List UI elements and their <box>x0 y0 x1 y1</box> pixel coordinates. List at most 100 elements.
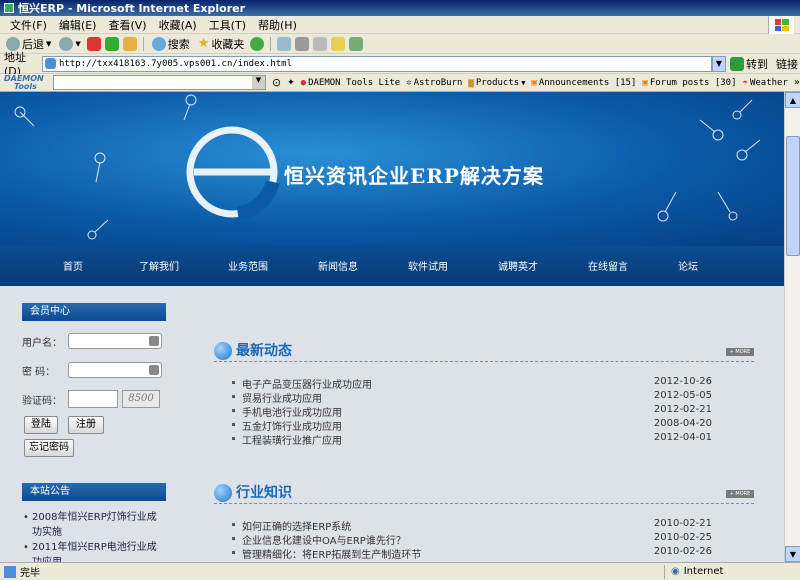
arrow-icon[interactable]: ✦ <box>287 78 295 88</box>
nav-news[interactable]: 新闻信息 <box>303 258 373 273</box>
weather-label: Weather <box>749 77 788 88</box>
stop-icon[interactable] <box>86 36 101 51</box>
knowledge-row[interactable]: 企业信息化建设中OA与ERP谁先行？ 2010-02-25 <box>232 532 712 547</box>
menu-view[interactable]: 查看(V) <box>102 17 152 33</box>
news-title[interactable]: 工程装璜行业推广应用 <box>232 432 342 447</box>
folder-icon: ▆ <box>468 77 474 88</box>
nav-trial[interactable]: 软件试用 <box>393 258 463 273</box>
scroll-up-icon[interactable]: ▲ <box>785 92 800 108</box>
rss-icon: ▣ <box>531 77 537 88</box>
notice-item[interactable]: 2011年恒兴ERP电池行业成功应用 <box>23 540 164 562</box>
standard-toolbar: 后退 ▼ ▼ 搜索 ★ 收藏夹 <box>0 34 800 54</box>
menu-favorites[interactable]: 收藏(A) <box>153 17 203 33</box>
knowledge-more-button[interactable]: + MORE <box>726 490 754 498</box>
zone-text: Internet <box>683 566 724 577</box>
search-icon[interactable]: ⊙ <box>272 76 281 89</box>
knowledge-item-title[interactable]: 企业信息化建设中OA与ERP谁先行？ <box>232 532 406 547</box>
rss-icon: ▣ <box>642 77 648 88</box>
app-icon <box>4 3 14 13</box>
news-row[interactable]: 五金灯饰行业成功应用 2008-04-20 <box>232 418 712 433</box>
home-icon[interactable] <box>122 36 137 51</box>
daemon-logo: DAEMON Tools <box>4 74 47 91</box>
weather-button[interactable]: ☂ Weather <box>743 78 788 88</box>
knowledge-item-title[interactable]: 管理精细化：将ERP拓展到生产制造环节 <box>232 546 421 561</box>
go-button[interactable]: 转到 <box>730 56 768 72</box>
news-title[interactable]: 手机电池行业成功应用 <box>232 404 342 419</box>
status-text: 完毕 <box>20 568 40 579</box>
chevron-down-icon: ▼ <box>251 76 265 89</box>
news-title[interactable]: 五金灯饰行业成功应用 <box>232 418 342 433</box>
news-row[interactable]: 工程装璜行业推广应用 2012-04-01 <box>232 432 712 447</box>
nav-home[interactable]: 首页 <box>38 258 108 273</box>
nav-business[interactable]: 业务范围 <box>213 258 283 273</box>
search-icon <box>151 36 166 51</box>
status-bar: 完毕 ◉ Internet <box>0 562 800 580</box>
nav-jobs[interactable]: 诚聘英才 <box>483 258 553 273</box>
daemon-tools-lite-button[interactable]: ● DAEMON Tools Lite <box>301 78 401 88</box>
notice-item[interactable]: 2008年恒兴ERP灯饰行业成功实施 <box>23 510 164 540</box>
daemon-logo-line2: Tools <box>14 81 37 91</box>
news-row[interactable]: 手机电池行业成功应用 2012-02-21 <box>232 404 712 419</box>
news-row[interactable]: 贸易行业成功应用 2012-05-05 <box>232 390 712 405</box>
astroburn-button[interactable]: ✲ AstroBurn <box>406 78 462 88</box>
print-icon[interactable] <box>295 36 310 51</box>
edit-icon[interactable] <box>313 36 328 51</box>
forum-posts-label: Forum posts [30] <box>649 77 737 88</box>
menu-file[interactable]: 文件(F) <box>4 17 53 33</box>
news-more-button[interactable]: + MORE <box>726 348 754 356</box>
nav-forum[interactable]: 论坛 <box>653 258 723 273</box>
password-input[interactable] <box>68 362 162 378</box>
daemon-toolbar: DAEMON Tools ▼ ⊙ ✦ ● DAEMON Tools Lite ✲… <box>0 74 800 92</box>
globe-icon <box>214 342 232 360</box>
products-label: Products <box>475 77 520 88</box>
user-icon <box>149 336 159 346</box>
search-button[interactable]: 搜索 <box>150 36 192 52</box>
nav-about[interactable]: 了解我们 <box>124 258 194 273</box>
password-row: 密 码： <box>22 362 162 378</box>
refresh-icon[interactable] <box>104 36 119 51</box>
media-icon[interactable] <box>250 36 265 51</box>
links-button[interactable]: 链接 <box>776 56 798 72</box>
forgot-password-button[interactable]: 忘记密码 <box>24 439 74 457</box>
username-input[interactable] <box>68 333 162 349</box>
menu-edit[interactable]: 编辑(E) <box>53 17 103 33</box>
menu-tools[interactable]: 工具(T) <box>203 17 252 33</box>
announcements-button[interactable]: ▣ Announcements [15] <box>531 78 636 88</box>
register-button[interactable]: 注册 <box>68 416 104 434</box>
address-dropdown-button[interactable]: ▼ <box>712 55 726 72</box>
knowledge-item-date: 2010-02-26 <box>653 546 712 557</box>
overflow-chevron-icon[interactable]: » <box>794 77 800 88</box>
address-input[interactable]: http://txx418163.7y005.vps001.cn/index.h… <box>42 55 712 72</box>
news-date: 2008-04-20 <box>653 418 712 429</box>
forum-posts-button[interactable]: ▣ Forum posts [30] <box>642 78 736 88</box>
news-title[interactable]: 贸易行业成功应用 <box>232 390 322 405</box>
news-date: 2012-02-21 <box>653 404 712 415</box>
captcha-image[interactable]: 8500 <box>122 390 160 408</box>
discuss-icon[interactable] <box>331 36 346 51</box>
daemon-search-select[interactable]: ▼ <box>52 75 266 90</box>
mail-icon[interactable] <box>277 36 292 51</box>
chevron-down-icon: ▼ <box>46 39 52 48</box>
knowledge-item-title[interactable]: 如何正确的选择ERP系统 <box>232 518 351 533</box>
knowledge-row[interactable]: 管理精细化：将ERP拓展到生产制造环节 2010-02-26 <box>232 546 712 561</box>
captcha-input[interactable] <box>68 390 118 408</box>
scroll-down-icon[interactable]: ▼ <box>785 546 800 562</box>
captcha-row: 验证码： 8500 <box>22 390 160 408</box>
nav-messages[interactable]: 在线留言 <box>573 258 643 273</box>
knowledge-title: 行业知识 <box>236 485 292 501</box>
products-button[interactable]: ▆ Products ▼ <box>468 78 525 88</box>
site-banner: 恒兴资讯企业ERP解决方案 <box>0 92 784 246</box>
forward-button[interactable]: ▼ <box>57 36 82 51</box>
knowledge-row[interactable]: 如何正确的选择ERP系统 2010-02-21 <box>232 518 712 533</box>
news-title[interactable]: 电子产品变压器行业成功应用 <box>232 376 372 391</box>
status-cell <box>664 564 665 579</box>
daemon-tools-lite-label: DAEMON Tools Lite <box>308 77 401 88</box>
vertical-scrollbar[interactable]: ▲ ▼ <box>784 92 800 562</box>
scroll-thumb[interactable] <box>786 136 800 256</box>
menu-help[interactable]: 帮助(H) <box>252 17 303 33</box>
login-button[interactable]: 登陆 <box>24 416 58 434</box>
favorites-button[interactable]: ★ 收藏夹 <box>196 36 247 52</box>
messenger-icon[interactable] <box>349 36 364 51</box>
news-row[interactable]: 电子产品变压器行业成功应用 2012-10-26 <box>232 376 712 391</box>
astroburn-icon: ✲ <box>406 77 412 88</box>
